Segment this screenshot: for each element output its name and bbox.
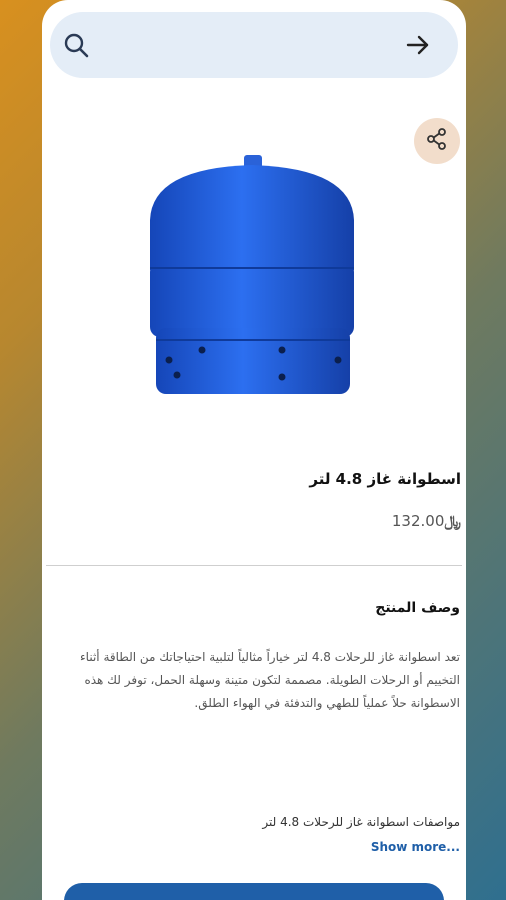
- search-icon[interactable]: [62, 31, 90, 59]
- product-description: تعد اسطوانة غاز للرحلات 4.8 لتر خياراً م…: [80, 650, 460, 710]
- divider: [46, 565, 462, 566]
- product-price: 132.00﷼: [261, 512, 461, 530]
- product-image: [142, 150, 362, 400]
- show-more-link[interactable]: Show more...: [371, 840, 460, 854]
- share-icon: [425, 127, 449, 155]
- search-bar[interactable]: [50, 12, 458, 78]
- product-card: اسطوانة غاز 4.8 لتر 132.00﷼ وصف المنتج ت…: [42, 0, 466, 900]
- currency-symbol: ﷼: [444, 512, 461, 530]
- specs-line: مواصفات اسطوانة غاز للرحلات 4.8 لتر: [262, 815, 460, 829]
- primary-action-button[interactable]: [64, 883, 444, 900]
- price-value: 132.00: [391, 512, 445, 530]
- description-heading: وصف المنتج: [375, 600, 460, 616]
- product-title: اسطوانة غاز 4.8 لتر: [309, 470, 461, 488]
- share-button[interactable]: [414, 118, 460, 164]
- arrow-right-icon[interactable]: [404, 31, 432, 59]
